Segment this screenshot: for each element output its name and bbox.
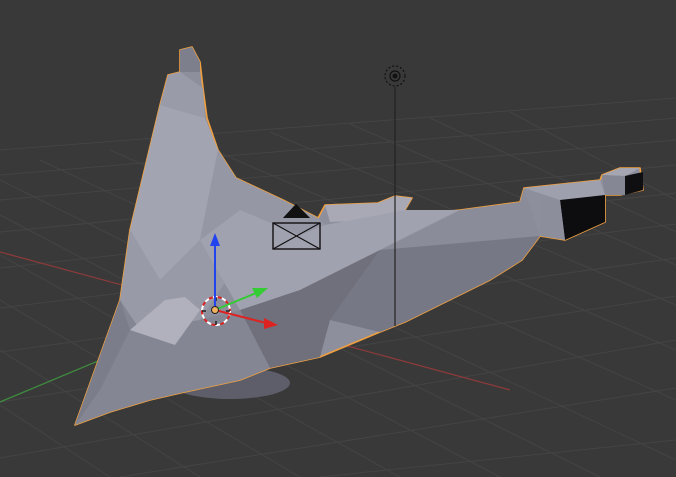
- 3d-viewport[interactable]: [0, 0, 676, 477]
- selected-mesh-object[interactable]: [74, 46, 644, 426]
- object-origin[interactable]: [211, 306, 219, 314]
- viewport-canvas[interactable]: [0, 0, 676, 477]
